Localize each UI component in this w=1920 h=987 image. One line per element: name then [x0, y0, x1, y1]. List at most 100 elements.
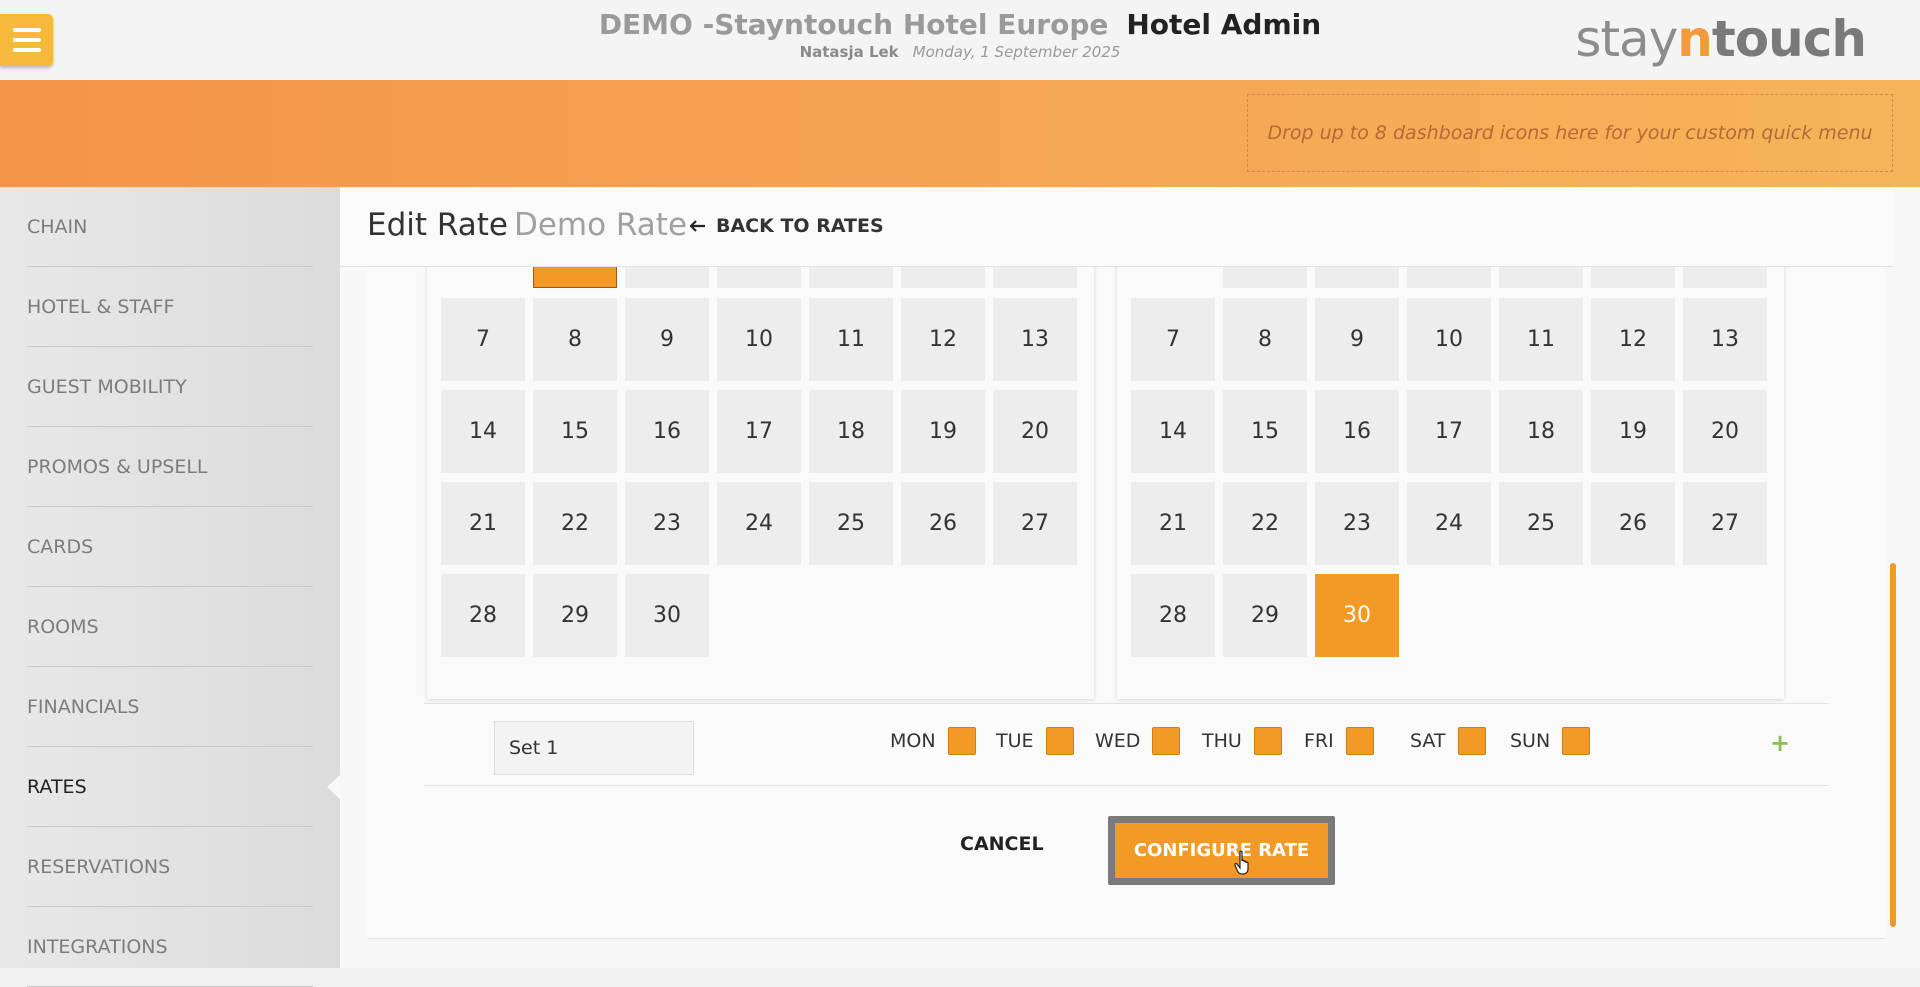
- calendar-day[interactable]: 20: [993, 390, 1077, 473]
- calendar-day[interactable]: 29: [533, 574, 617, 657]
- sidebar-item-integrations[interactable]: INTEGRATIONS: [27, 907, 313, 987]
- calendar-day[interactable]: 13: [1683, 298, 1767, 381]
- calendar-day[interactable]: 10: [1407, 298, 1491, 381]
- calendar-day[interactable]: 16: [625, 390, 709, 473]
- sidebar-item-promos-upsell[interactable]: PROMOS & UPSELL: [27, 427, 313, 507]
- calendar-day-cell[interactable]: [717, 267, 801, 288]
- divider: [424, 785, 1828, 786]
- arrow-left-icon: [690, 220, 705, 232]
- calendar-day[interactable]: 8: [1223, 298, 1307, 381]
- calendar-day[interactable]: 26: [1591, 482, 1675, 565]
- calendar-day[interactable]: 9: [1315, 298, 1399, 381]
- calendar-day[interactable]: 9: [625, 298, 709, 381]
- sidebar-item-reservations[interactable]: RESERVATIONS: [27, 827, 313, 907]
- calendar-day-cell[interactable]: [1223, 267, 1307, 288]
- dow-wed[interactable]: WED: [1095, 727, 1181, 755]
- calendar-day[interactable]: 23: [1315, 482, 1399, 565]
- calendar-day[interactable]: 25: [1499, 482, 1583, 565]
- calendar-day[interactable]: 27: [1683, 482, 1767, 565]
- add-set-button[interactable]: +: [1770, 729, 1790, 757]
- calendar-left: 7 8 9 10 11 12 13 14 15 16 17 18 19 20 21 22 23 24 25 26 27 2…: [427, 267, 1094, 699]
- calendar-day[interactable]: 28: [441, 574, 525, 657]
- hotel-name: DEMO -Stayntouch Hotel Europe: [598, 8, 1109, 41]
- sun-checkbox[interactable]: [1562, 727, 1591, 755]
- calendar-day[interactable]: 7: [1131, 298, 1215, 381]
- calendar-right: 7 8 9 10 11 12 13 14 15 16 17 18 19 20 21 22 23 24 25 26 27 2…: [1117, 267, 1784, 699]
- sat-checkbox[interactable]: [1457, 727, 1486, 755]
- calendar-day[interactable]: 22: [1223, 482, 1307, 565]
- calendar-day[interactable]: 24: [717, 482, 801, 565]
- calendar-day-cell[interactable]: [625, 267, 709, 288]
- calendar-day[interactable]: 17: [717, 390, 801, 473]
- calendar-day[interactable]: 19: [1591, 390, 1675, 473]
- set-name-input[interactable]: [494, 721, 694, 775]
- calendar-day[interactable]: 11: [809, 298, 893, 381]
- sidebar-item-hotel-staff[interactable]: HOTEL & STAFF: [27, 267, 313, 347]
- dow-thu[interactable]: THU: [1202, 727, 1282, 755]
- calendar-day[interactable]: 12: [901, 298, 985, 381]
- calendar-day-cell[interactable]: [993, 267, 1077, 288]
- calendar-day[interactable]: 30: [1315, 574, 1399, 657]
- calendar-day[interactable]: 27: [993, 482, 1077, 565]
- back-to-rates-link[interactable]: BACK TO RATES: [690, 215, 884, 237]
- calendar-day[interactable]: 30: [625, 574, 709, 657]
- sidebar-item-rates[interactable]: RATES: [27, 747, 341, 827]
- calendar-day[interactable]: 8: [533, 298, 617, 381]
- sidebar-item-label: RATES: [27, 775, 87, 798]
- sidebar-item-rooms[interactable]: ROOMS: [27, 587, 313, 667]
- tue-checkbox[interactable]: [1045, 727, 1074, 755]
- calendar-day[interactable]: 10: [717, 298, 801, 381]
- dow-sat[interactable]: SAT: [1410, 727, 1486, 755]
- calendar-day[interactable]: 20: [1683, 390, 1767, 473]
- calendar-day[interactable]: 13: [993, 298, 1077, 381]
- calendar-day[interactable]: 12: [1591, 298, 1675, 381]
- calendar-day[interactable]: 18: [809, 390, 893, 473]
- calendar-day[interactable]: 17: [1407, 390, 1491, 473]
- calendar-day[interactable]: 25: [809, 482, 893, 565]
- calendar-day-cell[interactable]: [1683, 267, 1767, 288]
- calendar-day[interactable]: 15: [1223, 390, 1307, 473]
- dow-fri[interactable]: FRI: [1304, 727, 1374, 755]
- calendar-day[interactable]: 29: [1223, 574, 1307, 657]
- calendar-day[interactable]: 21: [441, 482, 525, 565]
- calendar-day-cell[interactable]: [1591, 267, 1675, 288]
- calendar-day[interactable]: 23: [625, 482, 709, 565]
- calendar-day[interactable]: 26: [901, 482, 985, 565]
- calendar-day-cell[interactable]: [1499, 267, 1583, 288]
- sidebar-item-cards[interactable]: CARDS: [27, 507, 313, 587]
- quick-menu-dropzone[interactable]: Drop up to 8 dashboard icons here for yo…: [1247, 94, 1893, 172]
- calendar-day[interactable]: 22: [533, 482, 617, 565]
- thu-checkbox[interactable]: [1253, 727, 1282, 755]
- calendar-day[interactable]: 24: [1407, 482, 1491, 565]
- mon-checkbox[interactable]: [947, 727, 976, 755]
- calendar-day[interactable]: 14: [441, 390, 525, 473]
- calendar-day-cell[interactable]: [901, 267, 985, 288]
- vertical-scrollbar[interactable]: [1890, 563, 1896, 927]
- page-title: Edit Rate Demo Rate: [367, 207, 688, 243]
- sidebar-item-chain[interactable]: CHAIN: [27, 187, 313, 267]
- sidebar-item-guest-mobility[interactable]: GUEST MOBILITY: [27, 347, 313, 427]
- calendar-day[interactable]: 11: [1499, 298, 1583, 381]
- fri-checkbox[interactable]: [1345, 727, 1374, 755]
- calendar-day[interactable]: 15: [533, 390, 617, 473]
- wed-checkbox[interactable]: [1152, 727, 1181, 755]
- calendar-day-cell[interactable]: [1315, 267, 1399, 288]
- cancel-button[interactable]: CANCEL: [960, 833, 1044, 855]
- calendar-day[interactable]: 14: [1131, 390, 1215, 473]
- calendar-day-cell[interactable]: [809, 267, 893, 288]
- calendar-day[interactable]: 21: [1131, 482, 1215, 565]
- calendar-day[interactable]: 16: [1315, 390, 1399, 473]
- dow-sun[interactable]: SUN: [1510, 727, 1591, 755]
- rate-content: 7 8 9 10 11 12 13 14 15 16 17 18 19 20 21 22 23 24 25 26 27 2…: [367, 267, 1885, 939]
- calendar-day[interactable]: 18: [1499, 390, 1583, 473]
- dow-tue[interactable]: TUE: [996, 727, 1074, 755]
- sidebar-item-financials[interactable]: FINANCIALS: [27, 667, 313, 747]
- calendar-day[interactable]: 28: [1131, 574, 1215, 657]
- configure-rate-button[interactable]: CONFIGURE RATE: [1108, 816, 1335, 885]
- user-name: Natasja Lek: [799, 43, 899, 61]
- calendar-day[interactable]: 7: [441, 298, 525, 381]
- calendar-day-cell[interactable]: [1407, 267, 1491, 288]
- dow-mon[interactable]: MON: [890, 727, 976, 755]
- calendar-day[interactable]: 19: [901, 390, 985, 473]
- calendar-day-cell[interactable]: [533, 267, 617, 288]
